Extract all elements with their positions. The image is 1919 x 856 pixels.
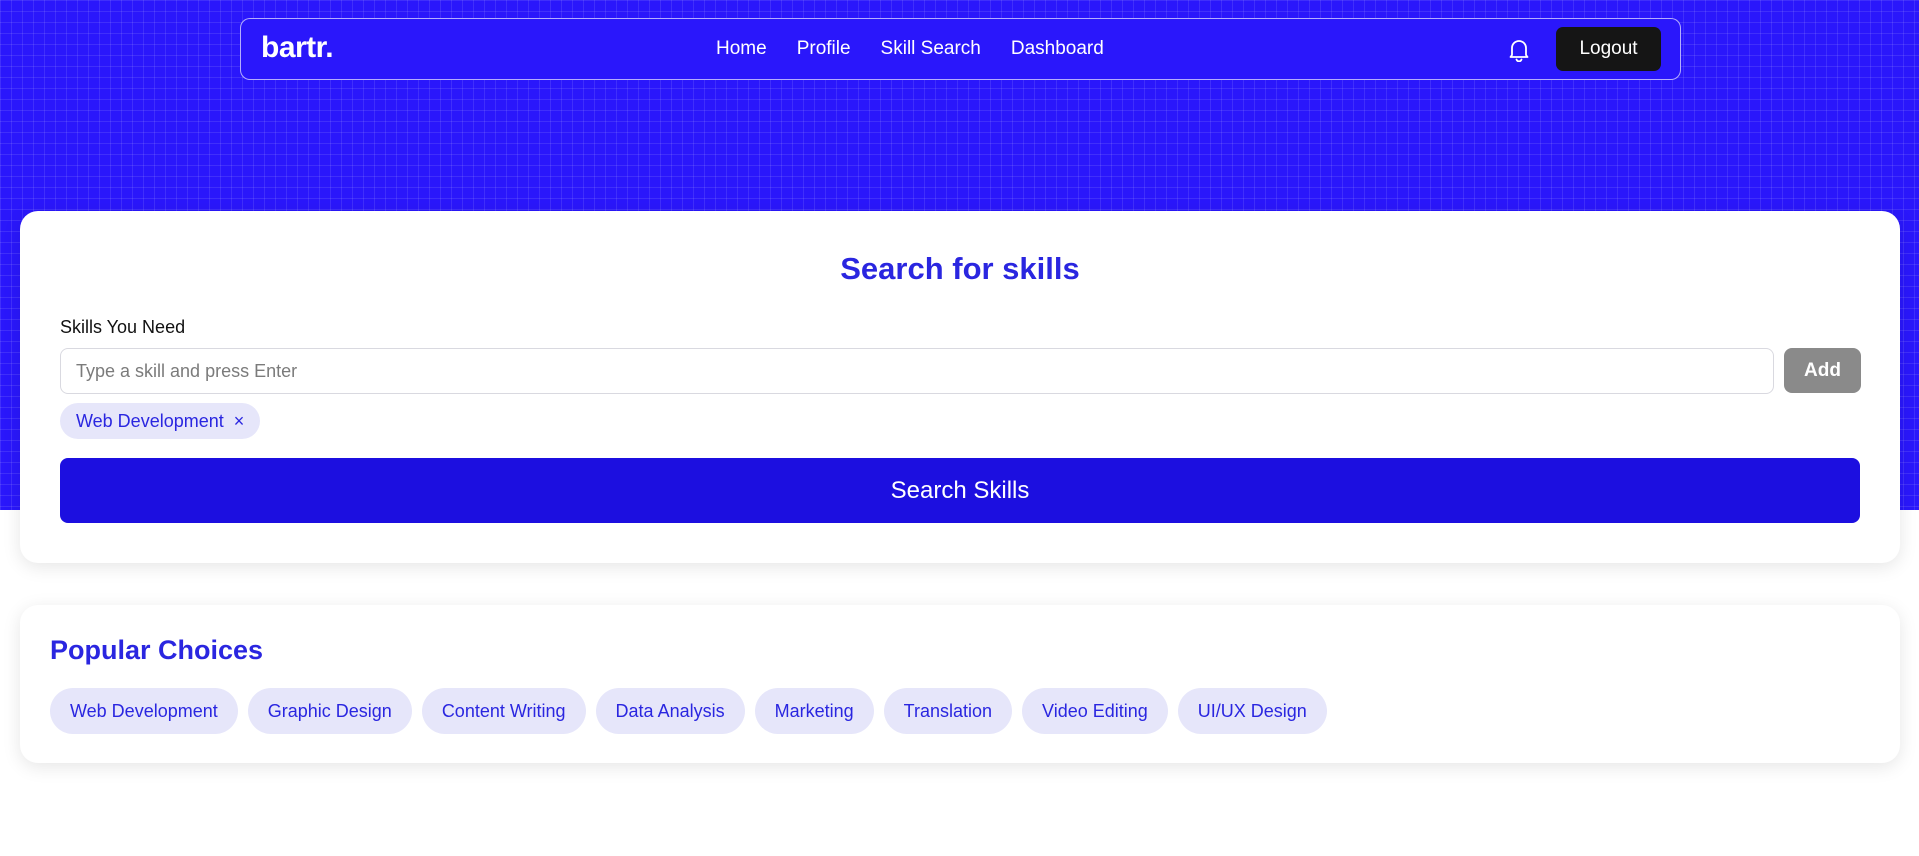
- popular-chip-web-development[interactable]: Web Development: [50, 688, 238, 734]
- skills-field-label: Skills You Need: [60, 317, 186, 337]
- popular-chip-marketing[interactable]: Marketing: [754, 688, 874, 734]
- search-title: Search for skills: [840, 251, 1080, 286]
- logout-button[interactable]: Logout: [1556, 27, 1661, 71]
- popular-chips: Web Development Graphic Design Content W…: [50, 688, 1327, 734]
- popular-chip-ui-ux-design[interactable]: UI/UX Design: [1177, 688, 1327, 734]
- search-skills-button[interactable]: Search Skills: [60, 458, 1860, 523]
- remove-skill-icon[interactable]: ×: [234, 411, 245, 432]
- nav-link-skill-search[interactable]: Skill Search: [881, 38, 981, 60]
- brand-logo[interactable]: bartr.: [261, 31, 334, 65]
- selected-skill-label: Web Development: [76, 410, 224, 431]
- popular-choices-card: Popular Choices Web Development Graphic …: [20, 605, 1900, 763]
- popular-chip-content-writing[interactable]: Content Writing: [421, 688, 586, 734]
- skill-input[interactable]: [60, 348, 1774, 394]
- nav-link-home[interactable]: Home: [716, 38, 767, 60]
- bell-icon[interactable]: [1506, 36, 1532, 64]
- top-navbar: bartr. Home Profile Skill Search Dashboa…: [240, 18, 1681, 80]
- popular-chip-translation[interactable]: Translation: [883, 688, 1013, 734]
- popular-chip-data-analysis[interactable]: Data Analysis: [595, 688, 745, 734]
- selected-skill-chip: Web Development ×: [60, 403, 261, 439]
- nav-link-profile[interactable]: Profile: [797, 38, 851, 60]
- popular-chip-graphic-design[interactable]: Graphic Design: [247, 688, 412, 734]
- add-skill-button[interactable]: Add: [1784, 348, 1861, 393]
- popular-chip-video-editing[interactable]: Video Editing: [1022, 688, 1168, 734]
- skill-search-card: Search for skills Skills You Need Add We…: [20, 211, 1900, 563]
- nav-link-dashboard[interactable]: Dashboard: [1011, 38, 1104, 60]
- popular-title: Popular Choices: [50, 635, 264, 665]
- nav-links: Home Profile Skill Search Dashboard: [716, 19, 1104, 79]
